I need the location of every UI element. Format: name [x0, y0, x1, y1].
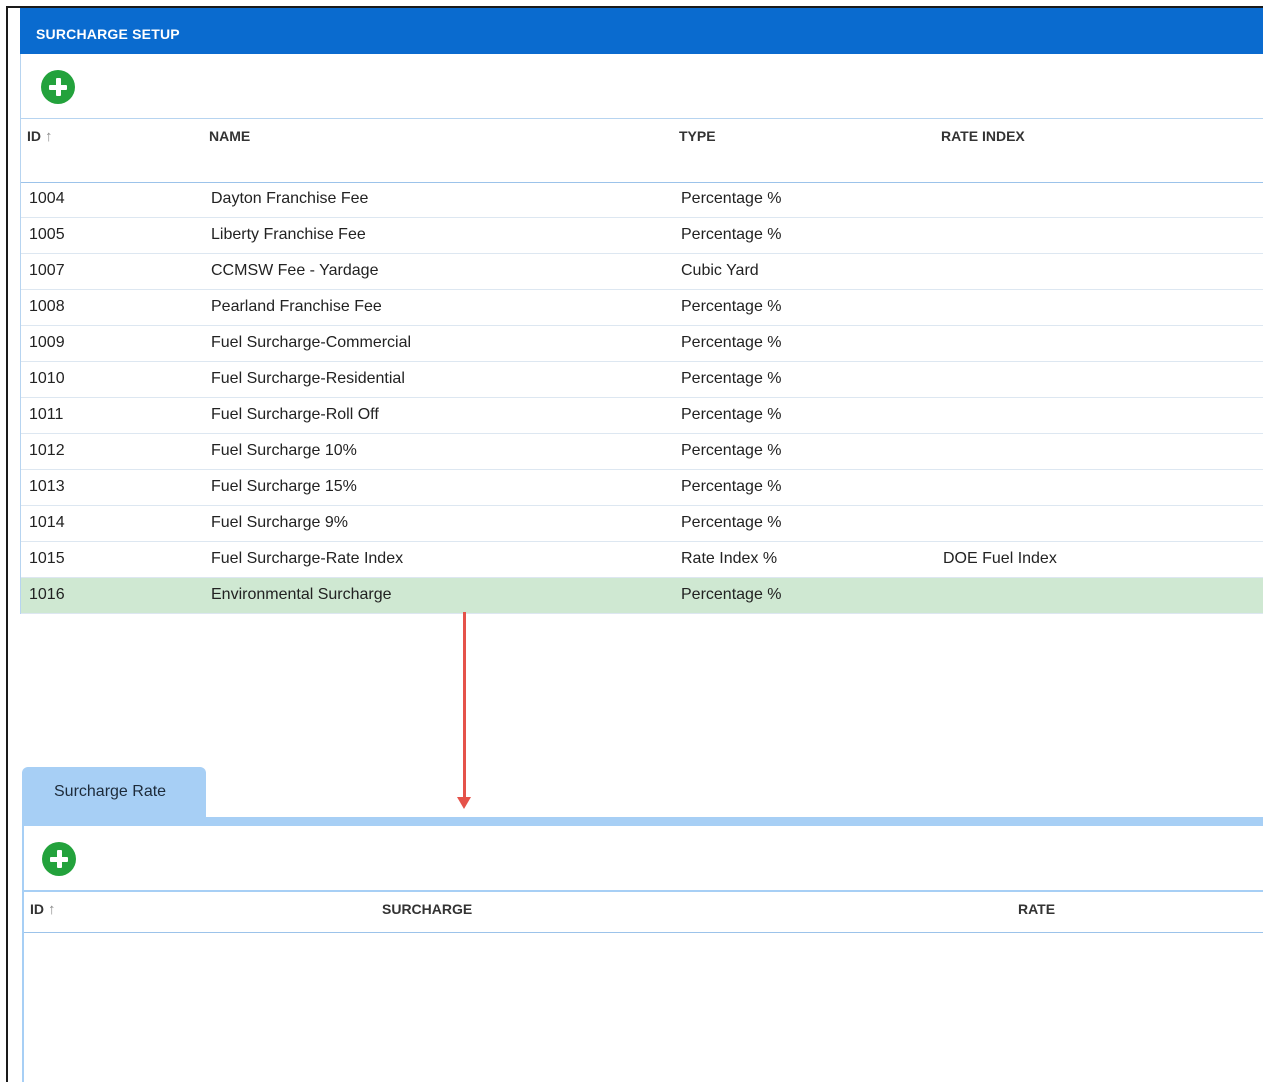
- cell-type: Percentage %: [681, 406, 782, 423]
- tab-strip: [22, 817, 1263, 826]
- table-row[interactable]: 1005 Liberty Franchise Fee Percentage %: [21, 218, 1263, 254]
- surcharge-grid-header: ID ↑ NAME TYPE RATE INDEX: [21, 118, 1263, 183]
- column-header-id[interactable]: ID ↑: [30, 901, 56, 918]
- column-header-surcharge[interactable]: SURCHARGE: [382, 901, 472, 917]
- cell-name: Fuel Surcharge-Residential: [211, 370, 405, 387]
- cell-type: Percentage %: [681, 442, 782, 459]
- cell-name: Fuel Surcharge 9%: [211, 514, 348, 531]
- cell-type: Percentage %: [681, 334, 782, 351]
- cell-name: Fuel Surcharge-Roll Off: [211, 406, 379, 423]
- table-row[interactable]: 1008 Pearland Franchise Fee Percentage %: [21, 290, 1263, 326]
- cell-id: 1016: [29, 586, 65, 603]
- surcharge-setup-header: SURCHARGE SETUP: [20, 8, 1263, 60]
- cell-id: 1010: [29, 370, 65, 387]
- cell-type: Percentage %: [681, 298, 782, 315]
- arrow-up-icon: ↑: [45, 128, 53, 145]
- surcharge-rate-grid-header: ID ↑ SURCHARGE RATE: [24, 892, 1263, 933]
- table-row[interactable]: 1009 Fuel Surcharge-Commercial Percentage …: [21, 326, 1263, 362]
- cell-name: CCMSW Fee - Yardage: [211, 262, 379, 279]
- surcharge-rate-toolbar: [24, 826, 1263, 892]
- table-row[interactable]: 1010 Fuel Surcharge-Residential Percentage…: [21, 362, 1263, 398]
- column-header-type[interactable]: TYPE: [679, 128, 716, 144]
- table-row[interactable]: 1015 Fuel Surcharge-Rate Index Rate Index …: [21, 542, 1263, 578]
- table-row[interactable]: 1014 Fuel Surcharge 9% Percentage %: [21, 506, 1263, 542]
- cell-id: 1012: [29, 442, 65, 459]
- surcharge-grid-panel: ID ↑ NAME TYPE RATE INDEX 1004 Dayton Fran…: [20, 54, 1263, 614]
- cell-rate-index: DOE Fuel Index: [943, 550, 1057, 567]
- table-row[interactable]: 1013 Fuel Surcharge 15% Percentage %: [21, 470, 1263, 506]
- surcharge-rows: 1004 Dayton Franchise Fee Percentage % 1005…: [21, 182, 1263, 614]
- arrow-up-icon: ↑: [48, 901, 56, 918]
- table-row[interactable]: 1007 CCMSW Fee - Yardage Cubic Yard: [21, 254, 1263, 290]
- add-surcharge-rate-button[interactable]: [42, 842, 76, 876]
- cell-type: Percentage %: [681, 190, 782, 207]
- cell-type: Percentage %: [681, 478, 782, 495]
- cell-id: 1013: [29, 478, 65, 495]
- app-frame: SURCHARGE SETUP ID ↑ NAME TYPE RATE INDEX…: [6, 6, 1263, 1082]
- column-header-name[interactable]: NAME: [209, 128, 250, 144]
- annotation-arrow-line: [463, 612, 466, 801]
- surcharge-rate-panel: ID ↑ SURCHARGE RATE: [22, 826, 1263, 1082]
- cell-id: 1005: [29, 226, 65, 243]
- page-title: SURCHARGE SETUP: [36, 26, 180, 42]
- column-header-rate[interactable]: RATE: [1018, 901, 1055, 917]
- table-row[interactable]: 1016 Environmental Surcharge Percentage %: [21, 578, 1263, 614]
- surcharge-toolbar: [21, 54, 1263, 118]
- cell-type: Percentage %: [681, 586, 782, 603]
- cell-id: 1007: [29, 262, 65, 279]
- cell-type: Percentage %: [681, 226, 782, 243]
- cell-id: 1004: [29, 190, 65, 207]
- cell-id: 1008: [29, 298, 65, 315]
- cell-name: Fuel Surcharge 15%: [211, 478, 357, 495]
- table-row[interactable]: 1011 Fuel Surcharge-Roll Off Percentage %: [21, 398, 1263, 434]
- cell-name: Environmental Surcharge: [211, 586, 392, 603]
- cell-name: Fuel Surcharge-Rate Index: [211, 550, 404, 567]
- cell-type: Percentage %: [681, 370, 782, 387]
- cell-id: 1014: [29, 514, 65, 531]
- cell-type: Rate Index %: [681, 550, 778, 567]
- add-surcharge-button[interactable]: [41, 70, 75, 104]
- cell-name: Pearland Franchise Fee: [211, 298, 382, 315]
- cell-id: 1011: [29, 406, 64, 423]
- column-header-id[interactable]: ID ↑: [27, 128, 53, 145]
- column-header-rate-index[interactable]: RATE INDEX: [941, 128, 1025, 144]
- cell-id: 1009: [29, 334, 65, 351]
- cell-name: Fuel Surcharge-Commercial: [211, 334, 412, 351]
- cell-id: 1015: [29, 550, 65, 567]
- tab-surcharge-rate[interactable]: Surcharge Rate: [22, 767, 206, 817]
- cell-name: Fuel Surcharge 10%: [211, 442, 357, 459]
- cell-name: Dayton Franchise Fee: [211, 190, 369, 207]
- cell-name: Liberty Franchise Fee: [211, 226, 366, 243]
- cell-type: Cubic Yard: [681, 262, 759, 279]
- annotation-arrow-head: [457, 797, 471, 809]
- table-row[interactable]: 1004 Dayton Franchise Fee Percentage %: [21, 182, 1263, 218]
- cell-type: Percentage %: [681, 514, 782, 531]
- table-row[interactable]: 1012 Fuel Surcharge 10% Percentage %: [21, 434, 1263, 470]
